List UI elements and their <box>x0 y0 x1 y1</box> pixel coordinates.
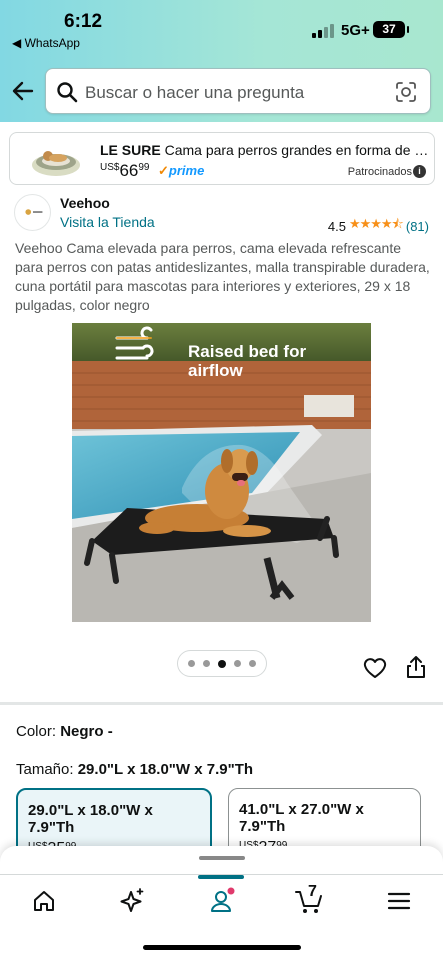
search-placeholder: Buscar o hacer una pregunta <box>85 83 305 102</box>
nav-active-indicator <box>198 875 244 879</box>
color-selection: Color: Negro - <box>16 723 113 740</box>
rating-count[interactable]: (81) <box>406 219 429 234</box>
camera-scan-icon[interactable] <box>394 80 418 104</box>
sponsored-product-image <box>32 151 80 176</box>
sparkle-icon[interactable] <box>117 886 147 916</box>
heart-icon[interactable] <box>363 656 387 680</box>
sponsored-banner[interactable]: LE SURE Cama para perros grandes en form… <box>9 132 435 185</box>
sponsored-price: US$6699 <box>100 161 150 181</box>
menu-icon[interactable] <box>384 886 414 916</box>
status-time: 6:12 <box>64 11 103 32</box>
carousel-dot[interactable] <box>188 660 195 667</box>
size-label: Tamaño: <box>16 761 74 778</box>
color-label: Color: <box>16 723 57 740</box>
size-option-name: 29.0"L x 18.0"W x 7.9"Th <box>28 802 153 836</box>
share-icon[interactable] <box>405 655 427 679</box>
account-icon[interactable] <box>206 886 236 916</box>
prime-badge: ✓prime <box>158 163 205 178</box>
carousel-dot[interactable] <box>249 660 256 667</box>
image-caption-line2: airflow <box>188 361 243 380</box>
sponsored-label: Patrocinados <box>347 166 412 178</box>
header: 6:12 ◀ WhatsApp 5G+ 37 Buscar o hacer un… <box>0 0 443 122</box>
brand-logo[interactable] <box>14 194 51 231</box>
signal-icon <box>312 24 336 38</box>
sponsored-price-fraction: 99 <box>138 162 150 173</box>
visit-store-link[interactable]: Visita la Tienda <box>60 214 155 230</box>
rating[interactable]: 4.5 ★★★★⯪ (81) <box>328 215 429 237</box>
size-option-name: 41.0"L x 27.0"W x 7.9"Th <box>239 801 364 835</box>
size-selection: Tamaño: 29.0"L x 18.0"W x 7.9"Th <box>16 761 253 778</box>
sponsored-title-text: Cama para perros grandes en forma de d..… <box>164 142 430 158</box>
image-carousel-dots[interactable] <box>177 650 267 677</box>
image-caption: Raised bed for airflow <box>188 342 306 380</box>
carousel-dot-active[interactable] <box>218 659 226 668</box>
home-icon[interactable] <box>29 886 59 916</box>
back-arrow-icon[interactable] <box>10 78 36 104</box>
info-icon[interactable]: i <box>413 165 426 178</box>
cart-button[interactable]: 7 <box>294 883 324 916</box>
star-rating-icon: ★★★★⯪ <box>348 216 404 231</box>
network-label: 5G+ <box>341 22 370 39</box>
search-icon <box>57 82 78 103</box>
home-indicator[interactable] <box>143 945 301 950</box>
battery-icon: 37 <box>373 21 409 38</box>
sheet-handle[interactable] <box>199 856 245 860</box>
sponsored-currency: US$ <box>100 162 120 173</box>
search-bar[interactable]: Buscar o hacer una pregunta <box>45 68 431 114</box>
size-value: 29.0"L x 18.0"W x 7.9"Th <box>77 761 254 778</box>
cart-count: 7 <box>308 883 317 900</box>
rating-value: 4.5 <box>327 218 346 234</box>
carousel-dot[interactable] <box>203 660 210 667</box>
back-to-app-link[interactable]: ◀ WhatsApp <box>12 36 80 50</box>
sponsored-price-whole: 66 <box>119 161 139 180</box>
image-caption-line1: Raised bed for <box>188 342 307 361</box>
color-value: Negro - <box>60 723 113 740</box>
sponsored-brand: LE SURE <box>100 142 161 158</box>
prime-label: prime <box>168 163 205 178</box>
carousel-dot[interactable] <box>234 660 241 667</box>
product-image[interactable]: Raised bed for airflow <box>72 323 371 622</box>
product-description: Veehoo Cama elevada para perros, cama el… <box>15 240 430 313</box>
sponsored-title: LE SURE Cama para perros grandes en form… <box>100 142 430 158</box>
brand-name: Veehoo <box>60 195 110 211</box>
section-divider <box>0 702 443 705</box>
